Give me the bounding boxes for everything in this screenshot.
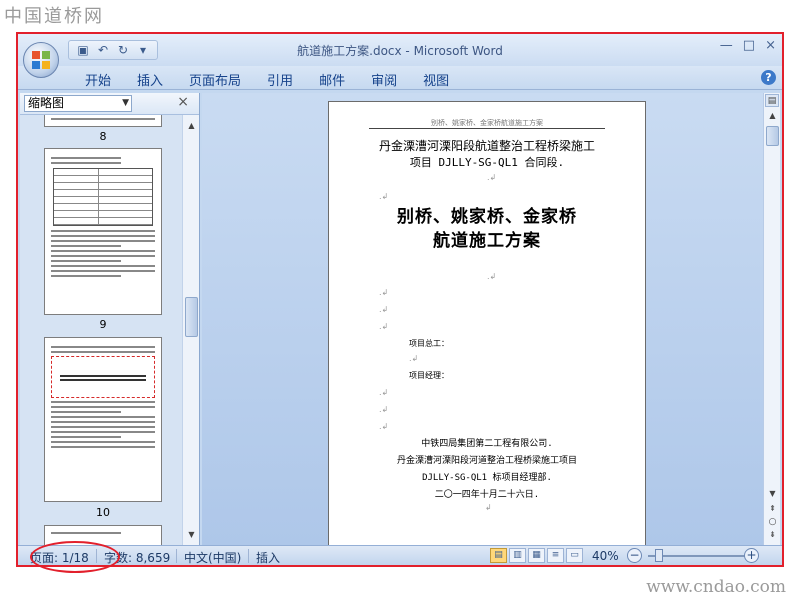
ruler-toggle-icon[interactable]: ▤ [765, 94, 779, 107]
watermark-top: 中国道桥网 [0, 0, 800, 28]
scroll-thumb[interactable] [185, 297, 198, 337]
save-icon[interactable]: ▣ [75, 43, 91, 57]
document-title-line-1: 别桥、姚家桥、金家桥 [397, 207, 577, 227]
thumbnail-list: 8 9 10 [20, 115, 182, 545]
paragraph-mark: .↲ [379, 305, 389, 314]
paragraph-mark: .↲ [409, 354, 419, 363]
ribbon-tab[interactable]: 开始 [72, 69, 124, 90]
zoom-out-button[interactable]: − [627, 548, 642, 563]
project-line-2: 项目 DJLLY-SG-QL1 合同段. [409, 156, 565, 169]
browse-object-icon[interactable]: ○ [766, 517, 779, 529]
next-page-icon[interactable]: ⇟ [766, 530, 779, 542]
watermark-top-text: 中国道桥网 [4, 6, 104, 27]
scroll-up-icon[interactable]: ▲ [766, 109, 779, 122]
document-page[interactable]: 别桥、姚家桥、金家桥航道施工方案 丹金溧漕河溧阳段航道整治工程桥梁施工 项目 D… [328, 101, 646, 545]
office-button[interactable] [23, 42, 59, 78]
project-line-1: 丹金溧漕河溧阳段航道整治工程桥梁施工 [378, 139, 595, 153]
thumbnail-scrollbar[interactable]: ▲ ▼ [182, 115, 199, 545]
word-window: 航道施工方案.docx - Microsoft Word ▣ ↶ ↻ ▾ — □… [16, 32, 784, 567]
page-header: 别桥、姚家桥、金家桥航道施工方案 [431, 119, 543, 127]
paragraph-mark: .↲ [379, 192, 389, 201]
paragraph-mark: ↲ [485, 503, 492, 512]
outline-icon[interactable]: ≡ [547, 548, 564, 563]
status-bar: 页面: 1/18 字数: 8,659 中文(中国) 插入 ▤ ▥ ▦ ≡ ▭ 4… [18, 545, 782, 565]
view-buttons: ▤ ▥ ▦ ≡ ▭ [490, 548, 583, 563]
thumbnail-page-number: 10 [96, 506, 110, 519]
quick-access-toolbar: ▣ ↶ ↻ ▾ [68, 40, 158, 60]
header-rule [369, 128, 605, 129]
document-scrollbar[interactable]: ▤ ▲ ▼ ⇞ ○ ⇟ [763, 93, 780, 545]
ribbon-tab-bar: 开始 插入 页面布局 引用 邮件 审阅 视图 ? [18, 66, 782, 90]
org-line-2: 丹金溧漕河溧阳段河道整治工程桥梁施工项目 [396, 456, 577, 466]
page-count-highlight [30, 541, 120, 573]
minimize-button[interactable]: — [720, 38, 733, 53]
ribbon-tab[interactable]: 引用 [254, 69, 306, 90]
web-layout-icon[interactable]: ▦ [528, 548, 545, 563]
pane-view-label: 缩略图 [28, 96, 65, 110]
scroll-up-icon[interactable]: ▲ [185, 119, 198, 132]
drawing-thumbnail [51, 356, 155, 398]
document-date: 二〇一四年十月二十六日. [434, 490, 540, 500]
close-pane-icon[interactable]: × [177, 94, 189, 110]
thumbnail-pane-header: 缩略图 ▼ × [20, 93, 199, 115]
thumbnail-page-8[interactable] [44, 115, 162, 127]
title-bar: 航道施工方案.docx - Microsoft Word ▣ ↶ ↻ ▾ — □… [18, 34, 782, 66]
zoom-slider-thumb[interactable] [655, 549, 663, 562]
full-screen-reading-icon[interactable]: ▥ [509, 548, 526, 563]
watermark-bottom: www.cndao.com [646, 577, 786, 597]
previous-page-icon[interactable]: ⇞ [766, 504, 779, 516]
redo-icon[interactable]: ↻ [115, 43, 131, 57]
print-layout-icon[interactable]: ▤ [490, 548, 507, 563]
ribbon-tab[interactable]: 页面布局 [176, 69, 254, 90]
scroll-thumb[interactable] [766, 126, 779, 146]
status-divider [248, 549, 249, 563]
window-controls: — □ × [720, 38, 776, 53]
document-title-line-2: 航道施工方案 [433, 231, 541, 251]
paragraph-mark: .↲ [379, 405, 389, 414]
undo-icon[interactable]: ↶ [95, 43, 111, 57]
maximize-button[interactable]: □ [743, 38, 755, 53]
insert-mode[interactable]: 插入 [256, 549, 280, 565]
zoom-in-button[interactable]: + [744, 548, 759, 563]
scroll-down-icon[interactable]: ▼ [185, 528, 198, 541]
paragraph-mark: .↲ [379, 388, 389, 397]
customize-qat-icon[interactable]: ▾ [135, 43, 151, 57]
paragraph-mark: .↲ [487, 272, 497, 281]
document-area: 别桥、姚家桥、金家桥航道施工方案 丹金溧漕河溧阳段航道整治工程桥梁施工 项目 D… [202, 93, 764, 545]
thumbnail-page-number: 9 [99, 318, 107, 331]
paragraph-mark: .↲ [487, 173, 497, 182]
chief-engineer-field: 项目总工： [409, 339, 449, 348]
thumbnail-page-10[interactable] [44, 337, 162, 502]
org-line-3: DJLLY-SG-QL1 标项目经理部. [422, 473, 552, 483]
zoom-level[interactable]: 40% [592, 549, 619, 563]
thumbnail-page-number: 8 [99, 130, 107, 143]
ribbon-tab[interactable]: 审阅 [358, 69, 410, 90]
ribbon-tab[interactable]: 邮件 [306, 69, 358, 90]
scroll-down-icon[interactable]: ▼ [766, 487, 779, 500]
org-line-1: 中铁四局集团第二工程有限公司. [421, 439, 553, 449]
help-icon[interactable]: ? [761, 70, 776, 85]
paragraph-mark: .↲ [379, 322, 389, 331]
office-logo-icon [32, 51, 50, 69]
status-divider [176, 549, 177, 563]
ribbon-tab[interactable]: 插入 [124, 69, 176, 90]
thumbnail-pane: 缩略图 ▼ × 8 9 10 ▲ ▼ [20, 93, 200, 545]
close-button[interactable]: × [765, 38, 776, 53]
thumbnail-page-9[interactable] [44, 148, 162, 315]
zoom-slider[interactable] [648, 555, 748, 557]
draft-icon[interactable]: ▭ [566, 548, 583, 563]
paragraph-mark: .↲ [379, 288, 389, 297]
language-indicator[interactable]: 中文(中国) [184, 549, 241, 565]
manager-field: 项目经理： [409, 371, 449, 380]
ribbon-tab[interactable]: 视图 [410, 69, 462, 90]
pane-view-select[interactable]: 缩略图 ▼ [24, 95, 132, 112]
chevron-down-icon: ▼ [122, 98, 129, 108]
paragraph-mark: .↲ [379, 422, 389, 431]
